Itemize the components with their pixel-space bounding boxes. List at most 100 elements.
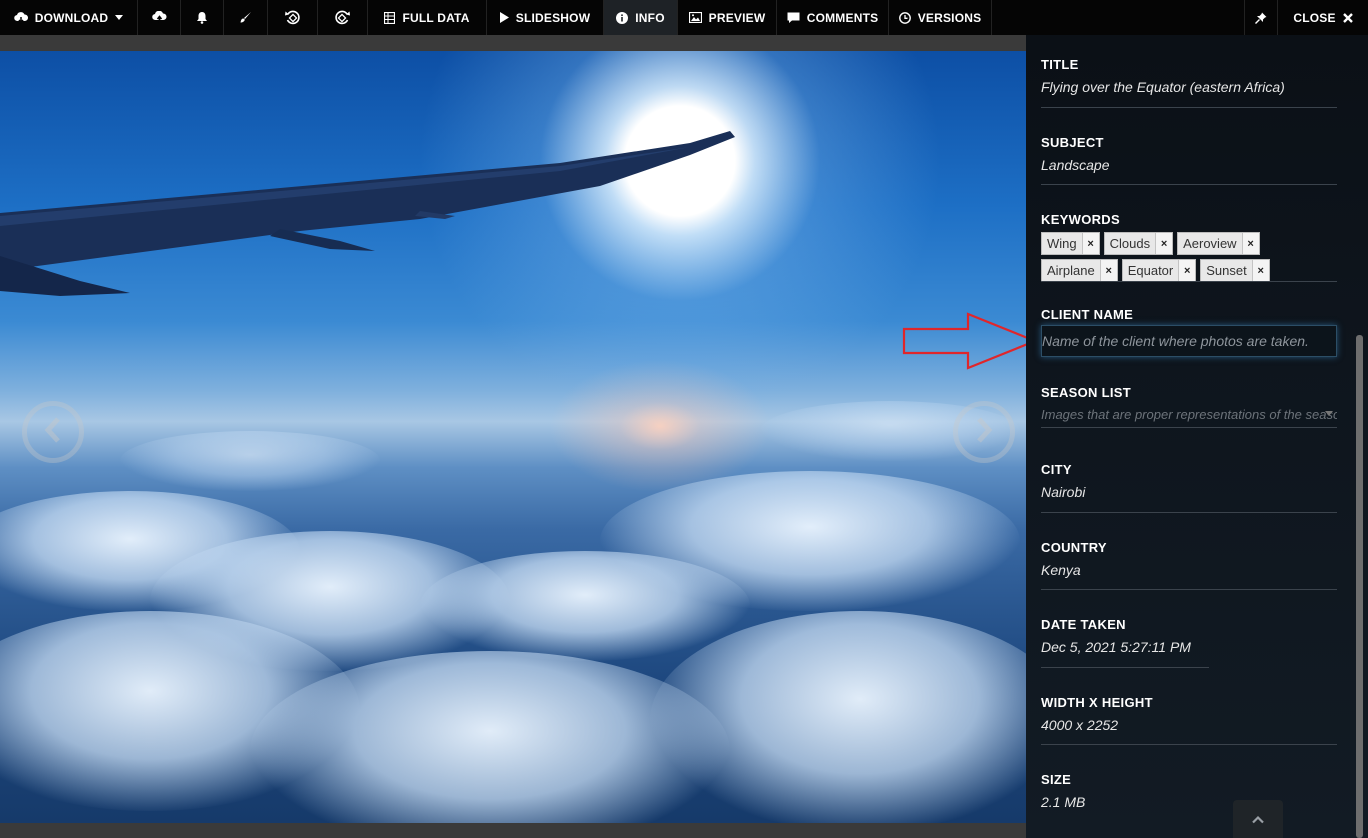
keyword-tag: Sunset × bbox=[1200, 259, 1270, 282]
date-taken-label: DATE TAKEN bbox=[1041, 617, 1126, 632]
play-icon bbox=[499, 12, 509, 23]
divider bbox=[1041, 281, 1337, 282]
size-label: SIZE bbox=[1041, 772, 1072, 787]
divider bbox=[1041, 589, 1337, 590]
rotate-left-button[interactable] bbox=[268, 0, 318, 35]
divider bbox=[1041, 184, 1337, 185]
title-value[interactable]: Flying over the Equator (eastern Africa) bbox=[1041, 79, 1337, 95]
versions-label: VERSIONS bbox=[917, 10, 982, 25]
subject-label: SUBJECT bbox=[1041, 135, 1104, 150]
brush-icon bbox=[239, 11, 252, 24]
notify-button[interactable] bbox=[181, 0, 224, 35]
keyword-tag-list: Wing × Clouds × Aeroview × Airplane × Equato… bbox=[1041, 232, 1281, 282]
season-list-placeholder: Images that are proper representations o… bbox=[1041, 407, 1337, 422]
keyword-tag-text: Aeroview bbox=[1183, 236, 1237, 251]
download-button[interactable]: DOWNLOAD bbox=[0, 0, 138, 35]
panel-scrollbar[interactable] bbox=[1356, 335, 1363, 838]
dimensions-label: WIDTH X HEIGHT bbox=[1041, 695, 1153, 710]
field-dimensions: WIDTH X HEIGHT 4000 x 2252 bbox=[1041, 695, 1337, 745]
remove-tag-icon[interactable]: × bbox=[1081, 233, 1099, 254]
divider bbox=[1041, 107, 1337, 108]
rotate-right-button[interactable] bbox=[318, 0, 368, 35]
versions-button[interactable]: VERSIONS bbox=[889, 0, 992, 35]
annotation-arrow bbox=[902, 312, 1038, 370]
keyword-tag: Clouds × bbox=[1103, 232, 1174, 255]
cloud-upload-icon bbox=[151, 11, 167, 24]
keyword-tag-text: Equator bbox=[1127, 263, 1174, 278]
comment-icon bbox=[787, 12, 800, 24]
cloud-download-icon bbox=[13, 11, 28, 24]
caret-down-icon bbox=[1325, 411, 1333, 416]
dimensions-value: 4000 x 2252 bbox=[1041, 717, 1119, 733]
field-city: CITY Nairobi bbox=[1041, 462, 1337, 513]
previous-image-button[interactable] bbox=[22, 401, 84, 463]
keyword-tag: Airplane × bbox=[1041, 259, 1118, 282]
comments-button[interactable]: COMMENTS bbox=[777, 0, 889, 35]
country-value[interactable]: Kenya bbox=[1041, 562, 1337, 578]
size-value: 2.1 MB bbox=[1041, 794, 1086, 810]
remove-tag-icon[interactable]: × bbox=[1178, 260, 1196, 281]
season-list-select[interactable]: Images that are proper representations o… bbox=[1041, 407, 1337, 425]
download-label: DOWNLOAD bbox=[34, 10, 109, 25]
field-country: COUNTRY Kenya bbox=[1041, 540, 1337, 590]
subject-value[interactable]: Landscape bbox=[1041, 157, 1337, 173]
preview-button[interactable]: PREVIEW bbox=[678, 0, 777, 35]
image-icon bbox=[688, 12, 702, 23]
close-button[interactable]: CLOSE bbox=[1278, 0, 1368, 35]
scroll-to-top-button[interactable] bbox=[1233, 800, 1283, 838]
keywords-label: KEYWORDS bbox=[1041, 212, 1120, 227]
rotate-right-icon bbox=[334, 9, 351, 26]
comments-label: COMMENTS bbox=[806, 10, 879, 25]
keyword-tag-text: Wing bbox=[1047, 236, 1077, 251]
title-label: TITLE bbox=[1041, 57, 1079, 72]
client-name-input[interactable] bbox=[1041, 325, 1337, 357]
field-client-name: CLIENT NAME bbox=[1041, 307, 1337, 357]
divider bbox=[1041, 667, 1209, 668]
field-keywords: KEYWORDS Wing × Clouds × Aeroview × Airplan… bbox=[1041, 212, 1337, 282]
next-image-button[interactable] bbox=[953, 401, 1015, 463]
clock-icon bbox=[898, 11, 911, 24]
preview-label: PREVIEW bbox=[708, 10, 766, 25]
cloud bbox=[120, 431, 380, 491]
remove-tag-icon[interactable]: × bbox=[1251, 260, 1269, 281]
city-value[interactable]: Nairobi bbox=[1041, 484, 1337, 500]
keyword-tag-text: Clouds bbox=[1109, 236, 1151, 251]
tab-info[interactable]: INFO bbox=[604, 0, 678, 35]
upload-button[interactable] bbox=[138, 0, 181, 35]
pin-button[interactable] bbox=[1244, 0, 1278, 35]
field-season-list: SEASON LIST Images that are proper repre… bbox=[1041, 385, 1337, 428]
field-subject: SUBJECT Landscape bbox=[1041, 135, 1337, 185]
slideshow-button[interactable]: SLIDESHOW bbox=[487, 0, 604, 35]
country-label: COUNTRY bbox=[1041, 540, 1107, 555]
keyword-tag: Equator × bbox=[1121, 259, 1197, 282]
keyword-tag: Wing × bbox=[1041, 232, 1100, 255]
keyword-tag-text: Airplane bbox=[1047, 263, 1095, 278]
keyword-tag: Aeroview × bbox=[1177, 232, 1260, 255]
full-data-button[interactable]: FULL DATA bbox=[368, 0, 487, 35]
edit-button[interactable] bbox=[224, 0, 268, 35]
full-data-label: FULL DATA bbox=[402, 10, 470, 25]
slideshow-label: SLIDESHOW bbox=[515, 10, 591, 25]
top-toolbar: DOWNLOAD FULL DATA SLIDESHOW INFO PREVIE… bbox=[0, 0, 1368, 36]
cloud bbox=[600, 471, 1020, 611]
chevron-up-icon bbox=[1251, 811, 1265, 829]
chevron-left-icon bbox=[43, 416, 63, 449]
date-taken-value[interactable]: Dec 5, 2021 5:27:11 PM bbox=[1041, 639, 1337, 655]
caret-down-icon bbox=[115, 15, 124, 20]
field-title: TITLE Flying over the Equator (eastern A… bbox=[1041, 57, 1337, 108]
main-photo bbox=[0, 51, 1026, 823]
remove-tag-icon[interactable]: × bbox=[1155, 233, 1173, 254]
remove-tag-icon[interactable]: × bbox=[1241, 233, 1259, 254]
remove-tag-icon[interactable]: × bbox=[1099, 260, 1117, 281]
divider bbox=[1041, 512, 1337, 513]
image-viewer bbox=[0, 35, 1038, 838]
field-size: SIZE 2.1 MB bbox=[1041, 772, 1337, 810]
season-list-label: SEASON LIST bbox=[1041, 385, 1131, 400]
pin-icon bbox=[1255, 12, 1267, 24]
city-label: CITY bbox=[1041, 462, 1072, 477]
client-name-label: CLIENT NAME bbox=[1041, 307, 1134, 322]
bell-icon bbox=[196, 11, 208, 24]
rotate-left-icon bbox=[284, 9, 301, 26]
keyword-tag-text: Sunset bbox=[1206, 263, 1247, 278]
